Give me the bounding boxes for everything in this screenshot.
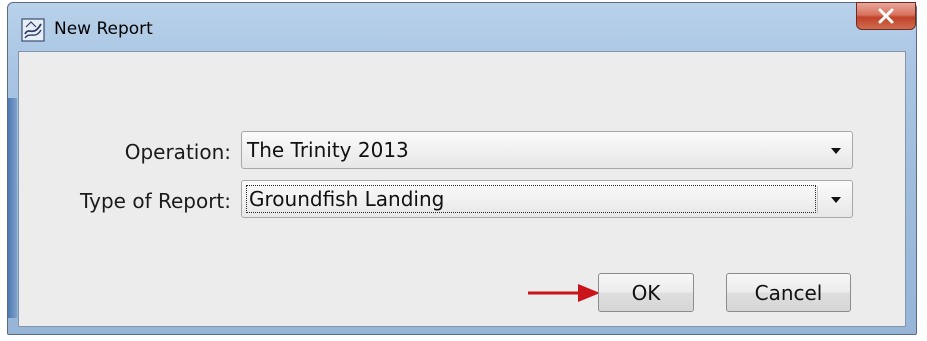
report-type-dropdown[interactable]: Groundfish Landing xyxy=(241,180,853,218)
operation-label: Operation: xyxy=(124,140,231,164)
report-type-label: Type of Report: xyxy=(80,189,231,213)
new-report-dialog: New Report Operation: The Trinity 2013 T… xyxy=(7,2,917,335)
close-button[interactable] xyxy=(856,2,916,30)
title-bar[interactable]: New Report xyxy=(8,2,916,51)
window-frame-accent xyxy=(8,98,17,318)
report-app-icon xyxy=(21,18,45,42)
dialog-content: Operation: The Trinity 2013 Type of Repo… xyxy=(18,51,906,327)
chevron-down-icon xyxy=(831,148,841,154)
ok-button[interactable]: OK xyxy=(598,273,694,312)
operation-dropdown[interactable]: The Trinity 2013 xyxy=(241,131,853,169)
close-icon xyxy=(878,8,894,24)
report-type-value: Groundfish Landing xyxy=(249,187,445,211)
dropdown-divider xyxy=(817,186,818,213)
cancel-button[interactable]: Cancel xyxy=(726,273,851,312)
operation-value: The Trinity 2013 xyxy=(247,138,409,162)
red-arrow-annotation xyxy=(528,284,600,302)
chevron-down-icon xyxy=(831,197,841,203)
dialog-title: New Report xyxy=(54,19,153,39)
